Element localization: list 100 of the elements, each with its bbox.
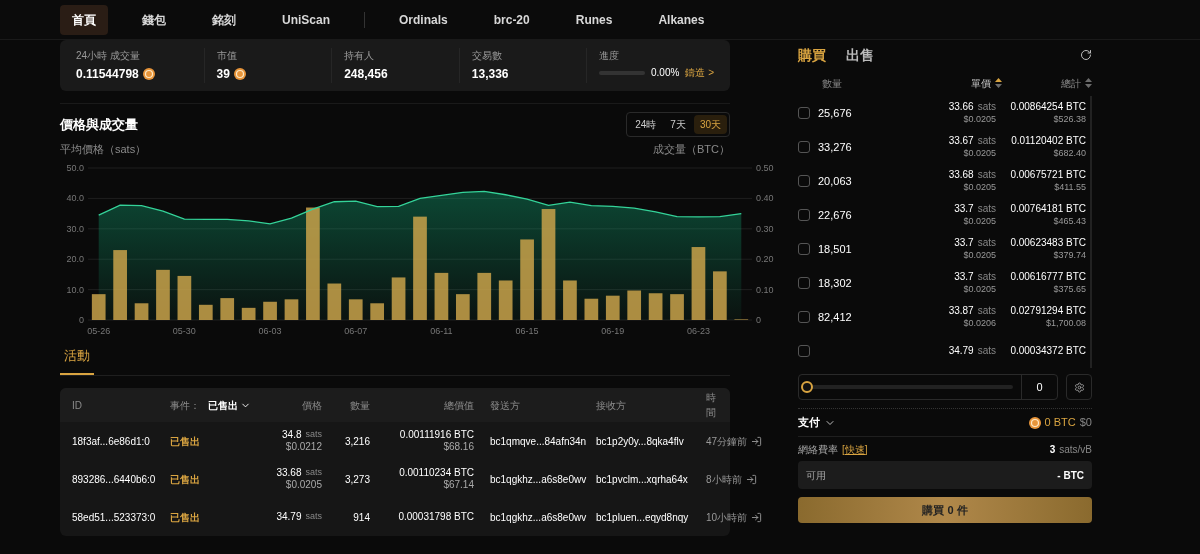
checkbox[interactable] [798, 277, 810, 289]
chart-title: 價格與成交量 [60, 115, 138, 134]
order-quantity: 82,412 [818, 309, 852, 325]
total-btc: 0.02791294 BTC [1010, 305, 1086, 318]
receiver-address: bc1pvclm...xqrha64x [596, 472, 689, 487]
checkbox[interactable] [798, 345, 810, 357]
volume-bar [713, 270, 727, 320]
fee-mode-link[interactable]: [快速] [842, 441, 868, 457]
quantity: 3,216 [343, 434, 370, 449]
event-filter-dropdown[interactable]: 已售出 [208, 397, 251, 413]
total-usd: $379.74 [1053, 249, 1086, 261]
checkbox[interactable] [798, 209, 810, 221]
volume-bar [563, 280, 577, 320]
column-header: 價格 [301, 398, 322, 413]
column-header: ID [72, 398, 83, 413]
column-header: 單價 [971, 76, 991, 91]
column-header: 總價值 [443, 398, 474, 413]
nav-tab[interactable]: 銘刻 [200, 4, 248, 35]
slider-thumb[interactable] [801, 381, 813, 393]
quantity-input[interactable]: 0 [1021, 375, 1057, 399]
total-usd: $67.14 [443, 479, 474, 492]
open-transaction-icon[interactable] [751, 435, 763, 447]
tx-id: 58ed51...523373:0 [72, 510, 157, 525]
nav-tab[interactable]: brc-20 [481, 4, 542, 35]
sender-address: bc1qgkhz...a6s8e0wv [489, 510, 588, 525]
mint-link[interactable]: 鑄造 > [685, 65, 714, 80]
checkbox[interactable] [798, 107, 810, 119]
column-header: 總計 [1061, 76, 1081, 91]
nav-tab[interactable]: Alkanes [646, 4, 717, 35]
open-transaction-icon[interactable] [751, 511, 763, 523]
total-btc: 0.00110234 BTC [399, 466, 474, 479]
settings-button[interactable] [1066, 374, 1092, 400]
refresh-icon[interactable] [1080, 49, 1092, 61]
nav-tab[interactable]: 錢包 [130, 4, 178, 35]
axis-tick-label: 06-11 [430, 325, 453, 336]
price-unit: sats [305, 466, 322, 479]
tx-id: 893286...6440b6:0 [72, 472, 157, 487]
nav-tab[interactable]: 首頁 [60, 4, 108, 35]
price-value: 33.7 [954, 203, 974, 216]
price-value: 33.67 [948, 135, 974, 148]
bitcoin-coin-icon [142, 68, 155, 80]
range-tab[interactable]: 24時 [629, 115, 663, 134]
order-quantity: 20,063 [818, 173, 852, 189]
price-unit: sats [977, 101, 996, 114]
pay-label: 支付 [798, 415, 820, 431]
price-usd: $0.0212 [285, 441, 322, 454]
sort-icon[interactable] [995, 78, 1002, 88]
range-tab[interactable]: 7天 [664, 115, 692, 134]
stat-label: 持有人 [344, 49, 376, 63]
trade-tab[interactable]: 出售 [846, 44, 874, 66]
axis-tick-label: 06-23 [686, 325, 710, 336]
checkbox[interactable] [798, 243, 810, 255]
sort-icon[interactable] [1085, 78, 1092, 88]
checkbox[interactable] [798, 175, 810, 187]
trade-tab[interactable]: 購買 [798, 44, 826, 66]
nav-tab[interactable]: Runes [563, 4, 625, 35]
event-label: 已售出 [170, 510, 201, 525]
axis-tick-label: 06-15 [515, 325, 539, 336]
price-unit: sats [305, 510, 322, 523]
stat-label: 24小時 成交量 [76, 49, 141, 63]
checkbox[interactable] [798, 311, 810, 323]
price-usd: $0.0205 [963, 283, 996, 295]
buy-button[interactable]: 購買 0 件 [798, 497, 1092, 523]
column-header: 發送方 [489, 398, 521, 413]
axis-tick-label: 0 [79, 314, 84, 325]
total-btc: 0.00031798 BTC [398, 510, 474, 524]
price-value: 33.68 [948, 169, 974, 182]
price-value: 33.7 [954, 271, 974, 284]
stat-value: 13,336 [471, 66, 509, 83]
activity-tab[interactable]: 活動 [60, 345, 94, 375]
order-quantity: 18,501 [818, 241, 852, 257]
axis-tick-label: 05-30 [172, 325, 196, 336]
total-btc: 0.00864254 BTC [1010, 101, 1086, 114]
stat-value: 248,456 [344, 66, 388, 83]
bitcoin-coin-icon [1028, 416, 1041, 429]
settings-icon [1073, 381, 1085, 393]
total-usd: $411.55 [1054, 181, 1086, 193]
receiver-address: bc1pluen...eqyd8nqy [596, 510, 690, 525]
price-usd: $0.0205 [963, 181, 996, 193]
quantity: 3,273 [343, 472, 370, 487]
volume-bar [91, 293, 106, 320]
price-usd: $0.0205 [963, 147, 996, 159]
total-usd: $682.40 [1053, 147, 1086, 159]
range-tab[interactable]: 30天 [693, 115, 727, 134]
volume-bar [477, 272, 492, 320]
sender-address: bc1qgkhz...a6s8e0wv [489, 472, 588, 487]
price-value: 33.7 [954, 237, 974, 250]
checkbox[interactable] [798, 141, 810, 153]
time-ago: 47分鐘前 [706, 434, 748, 449]
total-usd: $68.16 [443, 441, 474, 454]
total-btc: 0.00675721 BTC [1010, 169, 1086, 182]
price-usd: $0.0205 [285, 479, 322, 492]
price-value: 33.66 [948, 101, 974, 114]
nav-tab[interactable]: Ordinals [387, 4, 460, 35]
quantity-slider[interactable]: 0 [798, 374, 1058, 400]
axis-tick-label: 20.0 [66, 253, 84, 264]
axis-tick-label: 0 [756, 314, 761, 325]
open-transaction-icon[interactable] [745, 473, 757, 485]
column-header: 接收方 [596, 398, 627, 413]
nav-tab[interactable]: UniScan [270, 4, 342, 35]
